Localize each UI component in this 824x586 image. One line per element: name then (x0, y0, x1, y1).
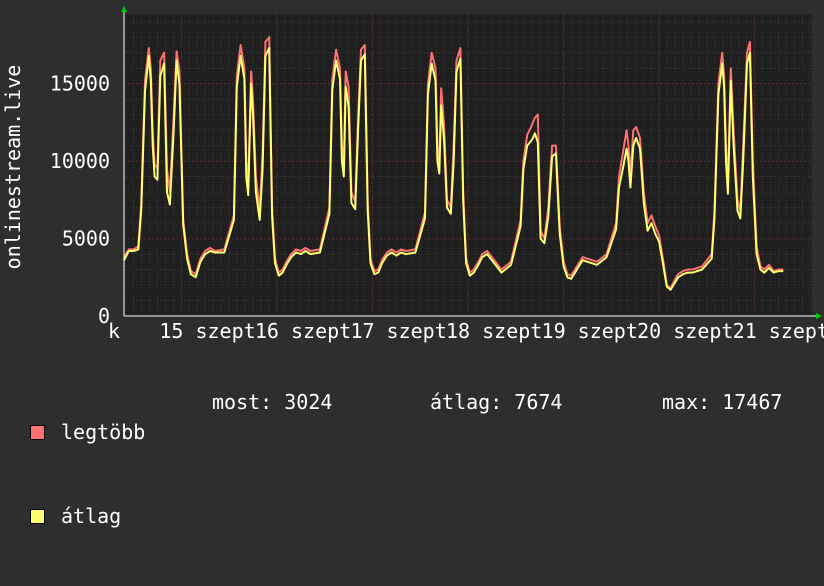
y-axis-arrow (121, 6, 127, 12)
legend-item-max: legtöbb (30, 418, 145, 446)
x-tick-label: 19 szept (542, 319, 638, 343)
x-tick-label: 16 szept (255, 319, 351, 343)
y-tick-label: 10000 (50, 149, 110, 173)
legend: legtöbb átlag (30, 362, 145, 586)
x-tick-label: 17 szept (350, 319, 446, 343)
stat-now: most: 3024 (212, 390, 332, 414)
y-tick-label: 15000 (50, 72, 110, 96)
stat-max-label: max: (662, 390, 711, 414)
legend-label-max: legtöbb (61, 420, 146, 444)
legend-item-avg: átlag (30, 502, 145, 530)
x-tick-label: 21 szept (733, 319, 824, 343)
x-tick-label: 18 szept (446, 319, 542, 343)
legend-label-avg: átlag (61, 504, 122, 528)
stat-now-value: 3024 (284, 390, 333, 414)
y-axis-label: onlinestream.live (1, 65, 25, 270)
x-tick-label: k (108, 319, 120, 343)
legend-swatch-avg (30, 508, 45, 524)
x-tick-label: 15 szept (159, 319, 255, 343)
legend-swatch-max (30, 424, 45, 440)
stat-now-label: most: (212, 390, 273, 414)
stat-average-value: 7674 (514, 390, 563, 414)
stat-max: max: 17467 (662, 390, 782, 414)
y-tick-label: 5000 (62, 227, 110, 251)
chart-container: 0 5000 10000 15000 k 15 szept 16 szept 17 szept… (0, 0, 824, 528)
stat-average-label: átlag: (430, 390, 503, 414)
x-tick-label: 20 szept (637, 319, 733, 343)
stat-average: átlag: 7674 (430, 390, 562, 414)
stat-max-value: 17467 (722, 390, 783, 414)
